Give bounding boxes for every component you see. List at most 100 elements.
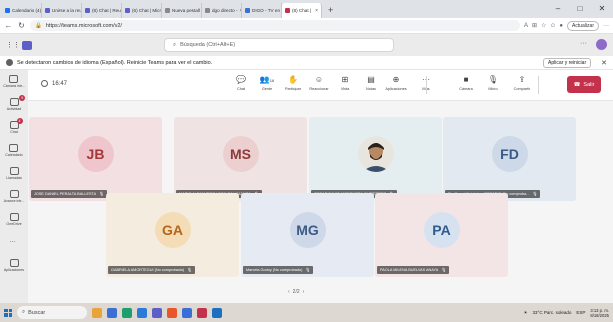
meeting-control-reaccionar[interactable]: ☺ Reaccionar	[309, 75, 329, 91]
close-window-button[interactable]: ✕	[591, 0, 613, 18]
taskbar-app-icon[interactable]	[137, 307, 147, 318]
banner-text: Se detectaron cambios de idioma (Español…	[17, 59, 213, 66]
meeting-control-notas[interactable]: ▤ Notas	[361, 75, 381, 91]
rail-item[interactable]: Aplicaciones	[4, 254, 24, 277]
mic-off-icon: 🎙	[441, 268, 447, 272]
rail-item[interactable]: Avance intr...	[4, 185, 24, 208]
participant-tile[interactable]: MG Marcela Godoy (No comprobado) 🎙	[241, 193, 374, 277]
taskbar-app-icon[interactable]	[122, 307, 132, 318]
search-icon: ⌕	[22, 309, 26, 315]
teams-title-bar: ⋮⋮ ⌕ Búsqueda (Ctrl+Alt+E) ···	[0, 34, 613, 56]
browser-tab[interactable]: DIGO - TV en×	[242, 3, 282, 18]
meeting-control-compartir[interactable]: ⇪ Compartir	[512, 75, 532, 91]
weather-text: 33°C Parc. soleado	[532, 310, 572, 315]
start-icon[interactable]	[4, 308, 12, 317]
close-icon[interactable]: ✕	[601, 59, 607, 67]
timer-icon	[41, 80, 48, 87]
taskbar-app-icon[interactable]	[167, 307, 177, 318]
browser-tab[interactable]: dgo directo -×	[202, 3, 242, 18]
taskbar-app-icon[interactable]	[92, 307, 102, 318]
participant-tile[interactable]: JB JOSE DANIEL PERALTA BALLESTA 🎙	[29, 117, 162, 201]
browser-tab[interactable]: (8) Chat | Reun×	[82, 3, 122, 18]
meeting-control-vista[interactable]: ⊞ Vista	[335, 75, 355, 91]
tab-label: Unirse a la reu	[52, 8, 82, 13]
taskbar-app-icon[interactable]	[152, 307, 162, 318]
tab-favicon-icon	[285, 8, 290, 13]
leave-label: Salir	[583, 81, 595, 88]
avatar: GA	[154, 211, 191, 248]
meeting-control-participar[interactable]: ✋ Participar	[283, 75, 303, 91]
minimize-button[interactable]: –	[547, 0, 569, 18]
tab-favicon-icon	[125, 8, 130, 13]
favorites-icon[interactable]: ✩	[550, 22, 555, 29]
participant-name: JOSE DANIEL PERALTA BALLESTA 🎙	[31, 190, 107, 198]
update-button[interactable]: Actualizar	[567, 20, 599, 31]
read-aloud-icon[interactable]: A	[524, 23, 528, 29]
more-options-icon[interactable]: ···	[580, 40, 587, 47]
participant-tile[interactable]: GA GABRIELA AMORTEGUI (No comprobado) 🎙	[106, 193, 239, 277]
profile-icon[interactable]: ●	[559, 23, 563, 29]
control-label: Chat	[236, 87, 246, 91]
back-icon[interactable]: ←	[4, 21, 13, 30]
url-field[interactable]: 🔒 https://teams.microsoft.com/v2/	[30, 20, 520, 31]
avatar: MS	[222, 135, 259, 172]
meeting-control-micro[interactable]: 🎙 Micro	[483, 75, 503, 91]
next-page-icon[interactable]: ›	[303, 289, 305, 295]
favorite-star-icon[interactable]: ☆	[541, 22, 546, 29]
meeting-control-gente[interactable]: 👥 16 Gente	[257, 75, 277, 91]
notification-banner: Se detectaron cambios de idioma (Español…	[0, 56, 613, 70]
notification-badge: 4	[16, 118, 23, 124]
browser-tab[interactable]: (6) Chat | Micr×	[122, 3, 162, 18]
rail-item-label: Cámara intr...	[3, 84, 25, 88]
app-launcher-icon[interactable]: ⋮⋮	[6, 41, 20, 49]
meeting-control-aplicaciones[interactable]: ⊕ Aplicaciones	[385, 75, 406, 91]
participant-name-text: PAOLA MILENA BUELVAS ANAYA	[380, 268, 439, 272]
rail-item[interactable]: 4 Chat	[9, 116, 23, 139]
new-tab-button[interactable]: +	[328, 3, 333, 18]
prev-page-icon[interactable]: ‹	[288, 289, 290, 295]
browser-tab[interactable]: (8) Chat | ×	[282, 3, 322, 18]
tab-label: dgo directo -	[212, 8, 238, 13]
clock-date: 8/18/2025	[590, 312, 609, 318]
participant-tile[interactable]: OSCAR DAVID MOSQUERA GUTIERREZ🎙	[309, 117, 442, 201]
rail-item[interactable]: Calendario	[5, 139, 23, 162]
close-tab-icon[interactable]: ×	[315, 8, 318, 14]
refresh-icon[interactable]: ↻	[17, 21, 26, 30]
apply-restart-button[interactable]: Aplicar y reiniciar	[543, 57, 592, 68]
mic-off-icon: 🎙	[187, 268, 192, 272]
gente-icon: 👥	[259, 75, 270, 84]
leave-button[interactable]: ☎ Salir	[567, 76, 601, 93]
browser-menu-icon[interactable]: ···	[603, 23, 609, 29]
participant-tile[interactable]: PA PAOLA MILENA BUELVAS ANAYA 🎙	[375, 193, 508, 277]
browser-tab[interactable]: Nueva pestañ×	[162, 3, 202, 18]
taskbar-search[interactable]: ⌕ Buscar	[17, 306, 87, 319]
tab-favicon-icon	[5, 8, 10, 13]
browser-tab[interactable]: Calendario (4)×	[2, 3, 42, 18]
taskbar-app-icon[interactable]	[107, 307, 117, 318]
maximize-button[interactable]: □	[569, 0, 591, 18]
search-input[interactable]: ⌕ Búsqueda (Ctrl+Alt+E)	[164, 38, 394, 52]
avatar[interactable]	[596, 39, 607, 50]
meeting-control-cámara[interactable]: ■ Cámara	[456, 75, 476, 91]
clock[interactable]: 3:13 p. m. 8/18/2025	[590, 308, 609, 318]
participar-icon: ✋	[288, 75, 298, 84]
taskbar-app-icon[interactable]	[197, 307, 207, 318]
participant-name: Marcela Godoy (No comprobado) 🎙	[243, 266, 314, 274]
language-indicator[interactable]: ESP	[576, 310, 585, 315]
rail-item[interactable]: ···	[10, 231, 19, 254]
address-bar-row: ← ↻ 🔒 https://teams.microsoft.com/v2/ A …	[0, 18, 613, 34]
avatar: PA	[423, 211, 460, 248]
rail-item[interactable]: Cámara intr...	[3, 70, 25, 93]
rail-item[interactable]: 9 Actividad	[7, 93, 26, 116]
control-label: Reaccionar	[309, 87, 329, 91]
participant-name-text: Marcela Godoy (No comprobado)	[246, 268, 303, 272]
taskbar-app-icon[interactable]	[212, 307, 222, 318]
split-screen-icon[interactable]: ⊞	[532, 22, 537, 29]
participant-tile[interactable]: MSMARIO ALEJANDRO LEON SALAMANCA🎙	[174, 117, 307, 201]
taskbar-app-icon[interactable]	[182, 307, 192, 318]
rail-item[interactable]: Llamadas	[6, 162, 22, 185]
participant-tile[interactable]: FDFireflies.ai Notetaker OSCAR D (No com…	[443, 117, 576, 201]
rail-item[interactable]: OneDrive	[6, 208, 22, 231]
browser-tab[interactable]: Unirse a la reu×	[42, 3, 82, 18]
meeting-control-chat[interactable]: 💬 Chat	[231, 75, 251, 91]
